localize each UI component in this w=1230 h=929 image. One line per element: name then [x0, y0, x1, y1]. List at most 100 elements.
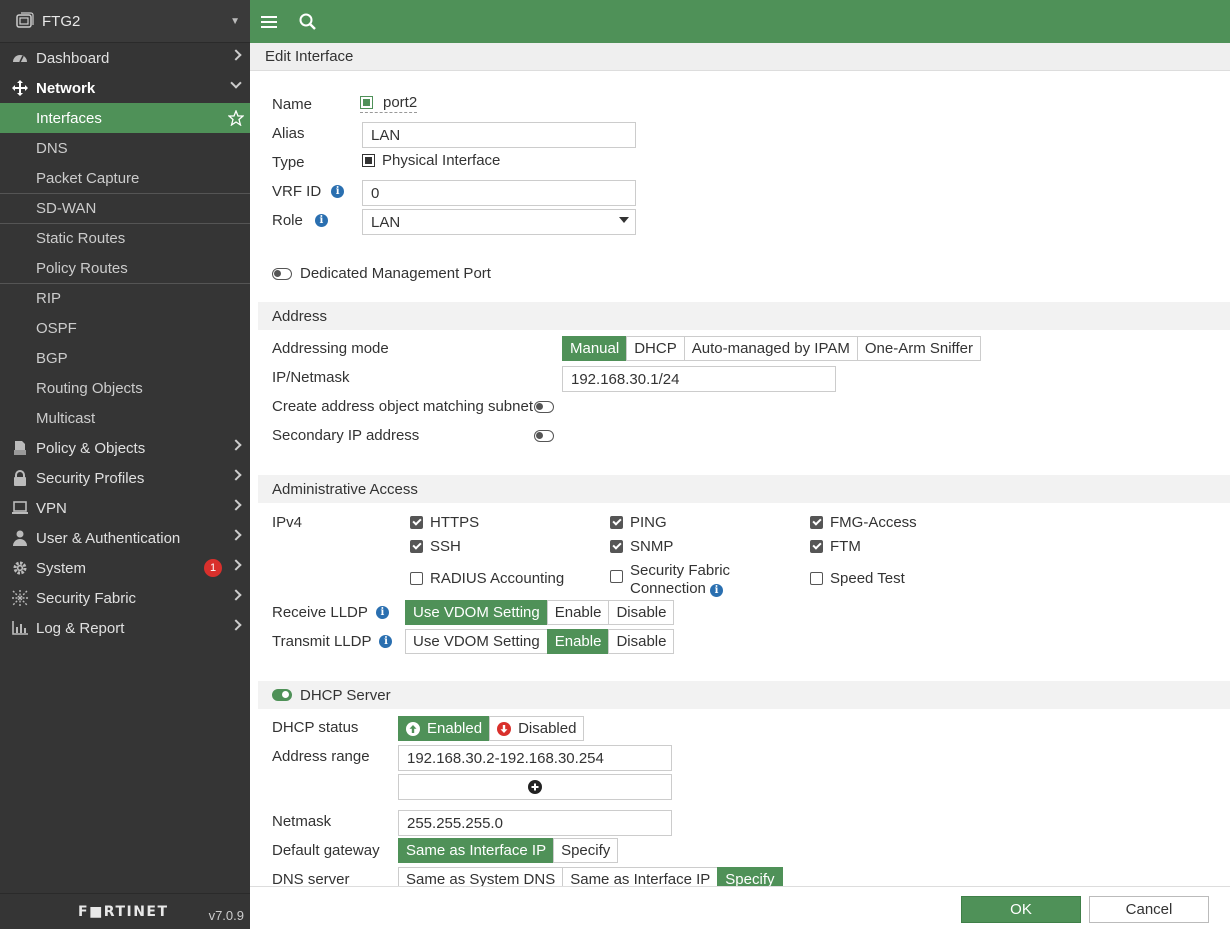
nav-user-authentication[interactable]: User & Authentication	[0, 523, 250, 553]
dhcp-disabled-button[interactable]: Disabled	[489, 716, 585, 741]
default-gateway-label: Default gateway	[272, 842, 380, 859]
sfc-label-line1: Security Fabric	[630, 562, 731, 579]
chevron-right-icon	[230, 439, 242, 451]
gateway-specify-button[interactable]: Specify	[553, 838, 619, 863]
sub-label: Static Routes	[36, 230, 126, 247]
sidebar-item-packet-capture[interactable]: Packet Capture	[0, 163, 250, 193]
snmp-label: SNMP	[630, 538, 674, 555]
mode-ipam-button[interactable]: Auto-managed by IPAM	[683, 336, 858, 361]
address-range-input[interactable]: 192.168.30.2-192.168.30.254	[398, 745, 672, 771]
ok-button[interactable]: OK	[961, 896, 1081, 923]
transmit-lldp-vdom-button[interactable]: Use VDOM Setting	[405, 629, 548, 654]
nav-dashboard[interactable]: Dashboard	[0, 43, 250, 73]
sfc-label: Security Fabric Connection i	[630, 562, 730, 598]
nav-network[interactable]: Network	[0, 73, 250, 103]
receive-lldp-disable-button[interactable]: Disable	[608, 600, 675, 625]
dns-system-button[interactable]: Same as System DNS	[398, 867, 564, 886]
fmg-access-checkbox[interactable]: FMG-Access	[810, 514, 917, 531]
netmask-input[interactable]: 255.255.255.0	[398, 810, 672, 836]
nav-log-report[interactable]: Log & Report	[0, 613, 250, 643]
create-address-object-toggle[interactable]	[534, 401, 554, 413]
edit-interface-form: Name port2 Alias LAN Type Physical Inter…	[258, 86, 1230, 886]
transmit-lldp-enable-button[interactable]: Enable	[546, 629, 610, 654]
info-icon[interactable]: i	[379, 635, 393, 648]
name-label: Name	[272, 96, 313, 113]
admin-access-section-header: Administrative Access	[258, 475, 1230, 503]
ftm-checkbox[interactable]: FTM	[810, 538, 861, 555]
search-icon[interactable]	[288, 0, 326, 43]
radius-accounting-checkbox[interactable]: RADIUS Accounting	[410, 570, 564, 587]
version-label: v7.0.9	[208, 908, 244, 923]
dhcp-enabled-button[interactable]: Enabled	[398, 716, 491, 741]
role-select[interactable]: LAN	[362, 209, 636, 235]
add-range-button[interactable]	[398, 774, 672, 800]
sub-label: Packet Capture	[36, 169, 140, 187]
nav-label: Policy & Objects	[36, 439, 146, 457]
nav-system[interactable]: System 1	[0, 553, 250, 583]
sub-label: Routing Objects	[36, 379, 143, 397]
page-title: Edit Interface	[250, 43, 1230, 71]
policy-icon	[12, 440, 28, 456]
lock-icon	[12, 470, 28, 486]
transmit-lldp-disable-button[interactable]: Disable	[608, 629, 675, 654]
mode-sniffer-button[interactable]: One-Arm Sniffer	[856, 336, 981, 361]
name-value[interactable]: port2	[360, 94, 418, 113]
sidebar-item-routing-objects[interactable]: Routing Objects	[0, 373, 250, 403]
receive-lldp-vdom-button[interactable]: Use VDOM Setting	[405, 600, 548, 625]
alias-label: Alias	[272, 125, 305, 142]
sidebar-item-bgp[interactable]: BGP	[0, 343, 250, 373]
device-name: FTG2	[42, 12, 81, 30]
ssh-label: SSH	[430, 538, 461, 555]
ping-checkbox[interactable]: PING	[610, 514, 667, 531]
info-icon[interactable]: i	[710, 584, 724, 597]
nav-vpn[interactable]: VPN	[0, 493, 250, 523]
chevron-right-icon	[230, 49, 242, 61]
receive-lldp-enable-button[interactable]: Enable	[546, 600, 610, 625]
dns-specify-button[interactable]: Specify	[717, 867, 783, 886]
sidebar-item-rip[interactable]: RIP	[0, 283, 250, 313]
sidebar-item-multicast[interactable]: Multicast	[0, 403, 250, 433]
caret-down-icon: ▼	[230, 15, 240, 27]
chevron-down-icon	[230, 77, 242, 89]
sidebar-item-sd-wan[interactable]: SD-WAN	[0, 193, 250, 223]
info-icon[interactable]: i	[375, 606, 389, 619]
nav-security-profiles[interactable]: Security Profiles	[0, 463, 250, 493]
https-checkbox[interactable]: HTTPS	[410, 514, 479, 531]
nav-policy-objects[interactable]: Policy & Objects	[0, 433, 250, 463]
menu-icon[interactable]	[250, 0, 288, 43]
dedicated-mgmt-toggle[interactable]	[272, 267, 292, 280]
dhcp-section-title: DHCP Server	[300, 686, 391, 704]
top-bar	[250, 0, 1230, 43]
sidebar-item-static-routes[interactable]: Static Routes	[0, 223, 250, 253]
device-selector[interactable]: FTG2 ▼	[0, 0, 250, 43]
nav-label: Security Fabric	[36, 589, 137, 607]
physical-interface-icon	[362, 154, 375, 167]
speed-test-checkbox[interactable]: Speed Test	[810, 570, 905, 587]
sidebar-item-policy-routes[interactable]: Policy Routes	[0, 253, 250, 283]
secondary-ip-toggle[interactable]	[534, 430, 554, 442]
chevron-right-icon	[230, 469, 242, 481]
cancel-button[interactable]: Cancel	[1089, 896, 1209, 923]
info-icon[interactable]: i	[331, 185, 345, 198]
sidebar-item-interfaces[interactable]: Interfaces	[0, 103, 250, 133]
vrf-label: VRF ID	[272, 183, 322, 200]
vrf-id-input[interactable]: 0	[362, 180, 636, 206]
mode-dhcp-button[interactable]: DHCP	[626, 336, 685, 361]
nav-security-fabric[interactable]: Security Fabric	[0, 583, 250, 613]
ip-netmask-input[interactable]: 192.168.30.1/24	[562, 366, 836, 392]
speed-test-label: Speed Test	[830, 570, 905, 587]
alias-input[interactable]: LAN	[362, 122, 636, 148]
star-icon[interactable]	[228, 110, 244, 126]
security-fabric-connection-checkbox[interactable]: Security Fabric Connection i	[610, 562, 730, 598]
mode-manual-button[interactable]: Manual	[562, 336, 628, 361]
sidebar-item-ospf[interactable]: OSPF	[0, 313, 250, 343]
info-icon[interactable]: i	[314, 214, 328, 227]
gateway-same-button[interactable]: Same as Interface IP	[398, 838, 555, 863]
monitor-icon	[12, 500, 28, 516]
dns-interface-button[interactable]: Same as Interface IP	[562, 867, 719, 886]
ssh-checkbox[interactable]: SSH	[410, 538, 461, 555]
dhcp-server-toggle[interactable]	[272, 689, 292, 701]
arrow-up-circle-icon	[406, 721, 420, 736]
sidebar-item-dns[interactable]: DNS	[0, 133, 250, 163]
snmp-checkbox[interactable]: SNMP	[610, 538, 673, 555]
